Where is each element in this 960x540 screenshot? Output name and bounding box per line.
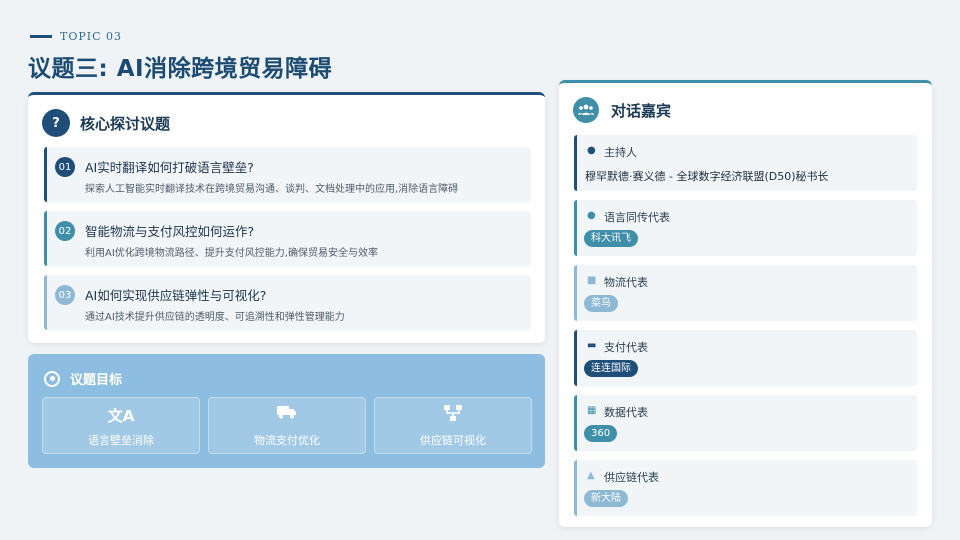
guest-role: 语言同传代表: [604, 211, 670, 224]
guests-card: 对话嘉宾 ● 主持人 穆罕默德·赛义德 - 全球数字经济联盟(D50)秘书长 ●…: [559, 80, 932, 527]
core-issues-card: ? 核心探讨议题 01 AI实时翻译如何打破语言壁垒? 探索人工智能实时翻译技术…: [28, 92, 545, 343]
issue-item: 03 AI如何实现供应链弹性与可视化? 通过AI技术提升供应链的透明度、可追溯性…: [44, 275, 531, 330]
guest-role: 数据代表: [604, 406, 648, 419]
issue-item: 01 AI实时翻译如何打破语言壁垒? 探索人工智能实时翻译技术在跨境贸易沟通、谈…: [44, 147, 531, 202]
goal-label: 供应链可视化: [420, 434, 486, 447]
issue-number: 01: [55, 157, 75, 177]
translate-icon: 文A: [107, 407, 135, 425]
guest-company-tag: 连连国际: [584, 360, 638, 377]
guest-company-tag: 新大陆: [584, 490, 628, 507]
target-icon: [44, 370, 60, 387]
issue-description: 利用AI优化跨境物流路径、提升支付风控能力,确保贸易安全与效率: [85, 248, 378, 259]
topic-label: TOPIC 03: [60, 30, 123, 43]
issue-question: AI实时翻译如何打破语言壁垒?: [85, 160, 254, 175]
issue-item: 02 智能物流与支付风控如何运作? 利用AI优化跨境物流路径、提升支付风控能力,…: [44, 211, 531, 266]
users-icon: [573, 97, 599, 123]
goal-label: 物流支付优化: [254, 434, 320, 447]
goal-tile: 物流支付优化: [208, 397, 366, 454]
guests-header: 对话嘉宾: [573, 97, 671, 123]
guest-item: ▲ 供应链代表 新大陆: [574, 460, 917, 516]
guests-title: 对话嘉宾: [611, 101, 672, 120]
core-issues-header: ? 核心探讨议题: [42, 109, 170, 137]
goal-tile: 供应链可视化: [374, 397, 532, 454]
guest-role: 支付代表: [604, 341, 648, 354]
guest-role: 物流代表: [604, 276, 648, 289]
microphone-icon: ●: [587, 210, 596, 221]
guest-role: 主持人: [604, 146, 637, 159]
goals-card: 议题目标 文A 语言壁垒消除 物流支付优化 供应链可视化: [28, 354, 545, 468]
truck-icon: ■: [587, 275, 597, 286]
sitemap-icon: ▲: [587, 470, 595, 481]
issue-description: 探索人工智能实时翻译技术在跨境贸易沟通、谈判、文档处理中的应用,消除语言障碍: [85, 184, 459, 195]
guest-name: 穆罕默德·赛义德 - 全球数字经济联盟(D50)秘书长: [585, 170, 829, 183]
goal-tile: 文A 语言壁垒消除: [42, 397, 200, 454]
credit-card-icon: ▬: [587, 340, 597, 351]
topic-accent-line: [30, 35, 52, 38]
user-icon: ●: [587, 145, 596, 156]
page-title: 议题三: AI消除跨境贸易障碍: [28, 56, 333, 82]
issue-question: AI如何实现供应链弹性与可视化?: [85, 288, 267, 303]
database-icon: ▦: [587, 405, 597, 416]
issue-number: 03: [55, 285, 75, 305]
sitemap-icon: [375, 405, 531, 425]
guest-company-tag: 科大讯飞: [584, 230, 638, 247]
topic-tag: TOPIC 03: [30, 30, 122, 43]
goals-title: 议题目标: [70, 373, 123, 388]
goal-label: 语言壁垒消除: [88, 434, 154, 447]
guest-item: ■ 物流代表 菜鸟: [574, 265, 917, 321]
guest-company-tag: 菜鸟: [584, 295, 618, 312]
issue-question: 智能物流与支付风控如何运作?: [85, 224, 255, 239]
issue-description: 通过AI技术提升供应链的透明度、可追溯性和弹性管理能力: [85, 312, 345, 323]
guest-item: ▬ 支付代表 连连国际: [574, 330, 917, 386]
guest-item: ▦ 数据代表 360: [574, 395, 917, 451]
core-issues-title: 核心探讨议题: [80, 114, 171, 133]
goals-header: 议题目标: [44, 369, 122, 388]
issue-number: 02: [55, 221, 75, 241]
question-icon: ?: [42, 109, 70, 137]
guest-role: 供应链代表: [604, 471, 659, 484]
guest-item: ● 语言同传代表 科大讯飞: [574, 200, 917, 256]
guest-company-tag: 360: [584, 425, 618, 442]
guest-item-host: ● 主持人 穆罕默德·赛义德 - 全球数字经济联盟(D50)秘书长: [574, 135, 917, 191]
truck-icon: [209, 405, 365, 423]
